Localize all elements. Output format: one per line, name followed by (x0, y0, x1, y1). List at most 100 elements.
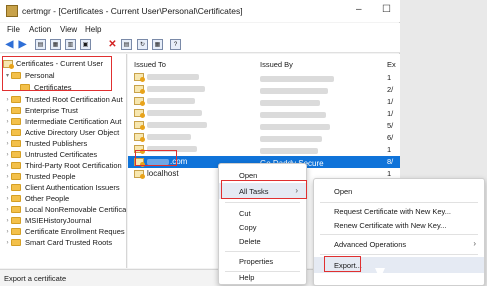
help-icon[interactable]: ? (170, 39, 181, 50)
certificate-icon (134, 121, 145, 130)
tree-item[interactable]: › Trusted Publishers (4, 138, 88, 149)
chevron-right-icon[interactable]: › (4, 163, 11, 169)
chevron-right-icon[interactable]: › (4, 174, 11, 180)
title-bar: certmgr - [Certificates - Current User\P… (0, 0, 400, 22)
window-title: certmgr - [Certificates - Current User\P… (22, 6, 243, 16)
folder-icon (11, 151, 21, 158)
redacted-text (260, 112, 326, 118)
menu-action[interactable]: Action (29, 25, 51, 34)
submenu-renew-certificate[interactable]: Renew Certificate with New Key... (314, 217, 484, 233)
toolbar: ◀ ▶ ▤ ▦ ▥ ▣ ✕ ▤ ↻ ▦ ? (0, 37, 400, 53)
folder-icon (11, 173, 21, 180)
up-folder-icon[interactable]: ▤ (35, 39, 46, 50)
back-arrow-icon[interactable]: ◀ (4, 39, 15, 50)
export-list-icon[interactable]: ▦ (152, 39, 163, 50)
redacted-text (147, 122, 207, 128)
list-item[interactable]: 1/ (128, 96, 400, 108)
folder-icon (11, 206, 21, 213)
chevron-right-icon[interactable]: › (4, 229, 11, 235)
column-header-issued-by[interactable]: Issued By (260, 60, 293, 69)
chevron-right-icon[interactable]: › (4, 119, 11, 125)
list-item[interactable]: 2/ (128, 84, 400, 96)
redacted-text (147, 110, 202, 116)
certificate-icon (134, 133, 145, 142)
status-text: Export a certificate (4, 274, 67, 283)
menu-separator (320, 234, 478, 235)
list-item[interactable]: 1 (128, 72, 400, 84)
tree-item[interactable]: › Smart Card Trusted Roots (4, 237, 113, 248)
highlight-box-all-tasks (221, 180, 307, 199)
redacted-text (260, 76, 334, 82)
chevron-right-icon[interactable]: › (4, 207, 11, 213)
column-header-expiration[interactable]: Ex (387, 60, 396, 69)
delete-icon[interactable]: ✕ (107, 39, 118, 50)
folder-icon (11, 184, 21, 191)
properties-icon[interactable]: ▤ (121, 39, 132, 50)
folder-icon (11, 96, 21, 103)
minimize-button[interactable]: – (356, 4, 362, 15)
folder-icon (11, 217, 21, 224)
tree-item[interactable]: › Trusted People (4, 171, 76, 182)
menu-separator (320, 254, 478, 255)
list-item[interactable]: 6/ (128, 132, 400, 144)
chevron-right-icon: › (473, 239, 476, 248)
certificate-icon (134, 97, 145, 106)
column-header-issued-to[interactable]: Issued To (134, 60, 166, 69)
redacted-text (147, 74, 199, 80)
redacted-text (147, 98, 195, 104)
chevron-right-icon[interactable]: › (4, 97, 11, 103)
folder-icon (11, 228, 21, 235)
redacted-text (260, 124, 330, 130)
context-menu-properties[interactable]: Properties (219, 253, 306, 269)
submenu-advanced-operations[interactable]: Advanced Operations › (314, 236, 484, 252)
forward-arrow-icon[interactable]: ▶ (17, 39, 28, 50)
chevron-right-icon[interactable]: › (4, 130, 11, 136)
menu-view[interactable]: View (60, 25, 77, 34)
menu-help[interactable]: Help (85, 25, 101, 34)
context-menu-delete[interactable]: Delete (219, 233, 306, 249)
list-item[interactable]: 1/ (128, 108, 400, 120)
tree-item[interactable]: › Client Authentication Issuers (4, 182, 120, 193)
certmgr-app-icon (6, 5, 18, 17)
redacted-text (147, 86, 205, 92)
highlight-box-selected-row (135, 150, 177, 166)
chevron-right-icon[interactable]: › (4, 152, 11, 158)
folder-icon (11, 107, 21, 114)
mouse-cursor-icon (375, 268, 385, 279)
tree-item[interactable]: › Third-Party Root Certification (4, 160, 122, 171)
chevron-right-icon[interactable]: › (4, 240, 11, 246)
certificate-icon (134, 109, 145, 118)
tree-item[interactable]: › MSIEHistoryJournal (4, 215, 92, 226)
highlight-box-export (324, 256, 361, 272)
chevron-right-icon[interactable]: › (4, 141, 11, 147)
redacted-text (147, 134, 191, 140)
folder-icon (11, 129, 21, 136)
chevron-right-icon[interactable]: › (4, 218, 11, 224)
tree-item[interactable]: › Untrusted Certificates (4, 149, 98, 160)
chevron-right-icon[interactable]: › (4, 196, 11, 202)
tree-item[interactable]: › Active Directory User Object (4, 127, 120, 138)
submenu-open[interactable]: Open (314, 183, 484, 199)
show-hide-tree-icon[interactable]: ▦ (50, 39, 61, 50)
redacted-text (260, 148, 318, 154)
chevron-right-icon[interactable]: › (4, 108, 11, 114)
tree-item[interactable]: › Local NonRemovable Certificat (4, 204, 127, 215)
maximize-button[interactable]: ☐ (382, 4, 391, 15)
menu-file[interactable]: File (7, 25, 20, 34)
folder-icon (11, 239, 21, 246)
chevron-right-icon[interactable]: › (4, 185, 11, 191)
redacted-text (260, 136, 322, 142)
list-item[interactable]: 5/ (128, 120, 400, 132)
tree-item[interactable]: › Trusted Root Certification Aut (4, 94, 123, 105)
folder-icon (11, 162, 21, 169)
tree-item[interactable]: › Certificate Enrollment Reques (4, 226, 125, 237)
highlight-box-tree (2, 56, 112, 91)
tree-item[interactable]: › Other People (4, 193, 70, 204)
copy-icon[interactable]: ▣ (80, 39, 91, 50)
refresh-icon[interactable]: ↻ (137, 39, 148, 50)
certificate-icon (134, 85, 145, 94)
context-menu-help[interactable]: Help (219, 269, 306, 285)
tree-item[interactable]: › Enterprise Trust (4, 105, 78, 116)
paste-icon[interactable]: ▥ (65, 39, 76, 50)
tree-item[interactable]: › Intermediate Certification Aut (4, 116, 122, 127)
